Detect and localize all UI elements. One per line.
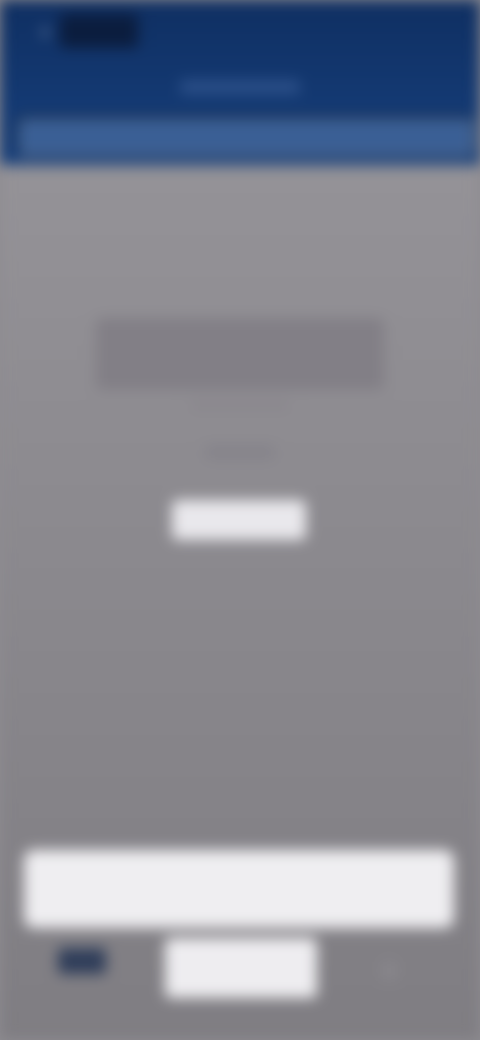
header-subtitle [180, 80, 300, 94]
empty-state-title [96, 318, 384, 390]
top-app-bar: ‹ [0, 0, 480, 165]
primary-action-button[interactable] [172, 500, 306, 540]
menu-icon[interactable] [380, 962, 398, 980]
search-input[interactable] [16, 116, 474, 156]
empty-state-subtitle [190, 400, 290, 410]
blurred-app-screen: ‹ [0, 0, 480, 1040]
header-action-button[interactable] [358, 20, 450, 42]
brand-logo [60, 14, 138, 48]
bottom-banner[interactable] [24, 850, 454, 928]
empty-state-detail [205, 445, 275, 459]
bottom-tab-selected[interactable] [165, 938, 317, 998]
arrow-left-icon[interactable]: ‹ [34, 20, 56, 42]
home-icon[interactable] [58, 948, 106, 974]
